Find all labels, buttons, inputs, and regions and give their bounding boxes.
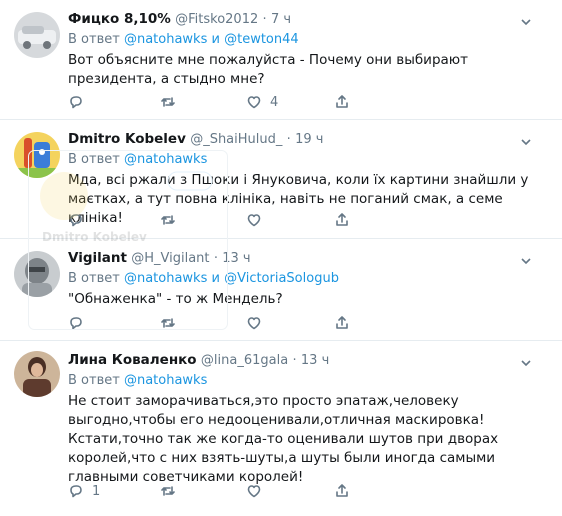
avatar-image xyxy=(14,132,60,178)
retweet-button[interactable] xyxy=(160,94,184,110)
tweet-3[interactable]: Vigilant @H_Vigilant · 13 ч В ответ @nat… xyxy=(0,239,562,341)
reply-user-link[interactable]: @VictoriaSologub xyxy=(224,271,339,286)
reply-and: и xyxy=(211,32,220,47)
share-icon xyxy=(336,484,348,497)
author-name[interactable]: Dmitro Kobelev xyxy=(68,131,186,147)
tweet-text-line: Не стоит заморачиваться,это просто эпата… xyxy=(68,393,485,428)
avatar-image xyxy=(14,351,60,397)
reply-user-link[interactable]: @natohawks xyxy=(124,373,207,388)
reply-icon xyxy=(70,214,82,227)
reply-icon xyxy=(70,317,82,330)
like-button[interactable] xyxy=(246,483,270,499)
author-handle[interactable]: @H_Vigilant xyxy=(131,251,209,266)
reply-context: В ответ @natohawks и @tewton44 xyxy=(68,31,548,49)
avatar-image xyxy=(14,251,60,297)
reply-button[interactable] xyxy=(68,94,92,110)
share-icon xyxy=(336,95,348,108)
heart-icon xyxy=(247,214,261,227)
reply-context: В ответ @natohawks xyxy=(68,372,548,390)
reply-button[interactable] xyxy=(68,212,92,228)
heart-icon xyxy=(247,96,261,109)
author-handle[interactable]: @_ShaiHulud_ xyxy=(190,132,282,147)
reply-icon xyxy=(70,485,82,498)
author-name[interactable]: Лина Коваленко xyxy=(68,352,197,368)
retweet-button[interactable] xyxy=(160,483,184,499)
reply-button[interactable]: 1 xyxy=(68,483,100,499)
timestamp[interactable]: 7 ч xyxy=(271,12,291,27)
retweet-button[interactable] xyxy=(160,212,184,228)
retweet-icon xyxy=(161,486,175,496)
tweet-2[interactable]: Dmitro Kobelev @_ShaiHulud_ · 19 ч В отв… xyxy=(0,120,562,239)
tweet-text: Вот объясните мне пожалуйста - Почему он… xyxy=(68,52,469,87)
timestamp[interactable]: 19 ч xyxy=(295,132,323,147)
heart-icon xyxy=(247,485,261,498)
avatar[interactable] xyxy=(14,12,60,58)
share-button[interactable] xyxy=(334,212,350,228)
tweet-4[interactable]: Лина Коваленко @lina_61gala · 13 ч В отв… xyxy=(0,341,562,516)
avatar-image xyxy=(14,12,60,58)
avatar[interactable] xyxy=(14,251,60,297)
reply-context: В ответ @natohawks и @VictoriaSologub xyxy=(68,270,548,288)
heart-icon xyxy=(247,317,261,330)
separator: · xyxy=(286,132,291,147)
like-button[interactable] xyxy=(246,315,270,331)
share-icon xyxy=(336,316,348,329)
timestamp[interactable]: 13 ч xyxy=(222,251,250,266)
reply-context: В ответ @natohawks xyxy=(68,151,548,169)
reply-and: и xyxy=(211,271,220,286)
avatar[interactable] xyxy=(14,132,60,178)
share-button[interactable] xyxy=(334,315,350,331)
reply-user-link[interactable]: @natohawks xyxy=(124,271,207,286)
share-button[interactable] xyxy=(334,94,350,110)
tweet-1[interactable]: Фицко 8,10% @Fitsko2012 · 7 ч В ответ @n… xyxy=(0,0,562,120)
timestamp[interactable]: 13 ч xyxy=(301,353,329,368)
tweet-text-line: Кстати,точно так же когда-то оценивали ш… xyxy=(68,431,499,485)
separator: · xyxy=(292,353,297,368)
like-button[interactable]: 4 xyxy=(246,94,278,110)
author-name[interactable]: Vigilant xyxy=(68,250,127,266)
chevron-down-icon[interactable] xyxy=(520,251,532,265)
retweet-icon xyxy=(161,97,175,107)
reply-button[interactable] xyxy=(68,315,92,331)
author-name[interactable]: Фицко 8,10% xyxy=(68,11,171,27)
chevron-down-icon[interactable] xyxy=(520,12,532,26)
reply-icon xyxy=(70,96,82,109)
author-handle[interactable]: @Fitsko2012 xyxy=(175,12,258,27)
share-button[interactable] xyxy=(334,483,350,499)
reply-prefix: В ответ xyxy=(68,271,120,286)
avatar[interactable] xyxy=(14,351,60,397)
separator: · xyxy=(213,251,218,266)
like-button[interactable] xyxy=(246,212,270,228)
reply-prefix: В ответ xyxy=(68,373,120,388)
reply-prefix: В ответ xyxy=(68,32,120,47)
tweet-text: "Обнаженка" - то ж Мендель? xyxy=(68,291,283,307)
chevron-down-icon[interactable] xyxy=(520,132,532,146)
reply-prefix: В ответ xyxy=(68,152,120,167)
reply-user-link[interactable]: @tewton44 xyxy=(224,32,299,47)
reply-user-link[interactable]: @natohawks xyxy=(124,32,207,47)
author-handle[interactable]: @lina_61gala xyxy=(201,353,288,368)
separator: · xyxy=(262,12,267,27)
reply-user-link[interactable]: @natohawks xyxy=(124,152,207,167)
retweet-button[interactable] xyxy=(160,315,184,331)
retweet-icon xyxy=(161,318,175,328)
chevron-down-icon[interactable] xyxy=(520,353,532,367)
retweet-icon xyxy=(161,215,175,225)
share-icon xyxy=(336,213,348,226)
